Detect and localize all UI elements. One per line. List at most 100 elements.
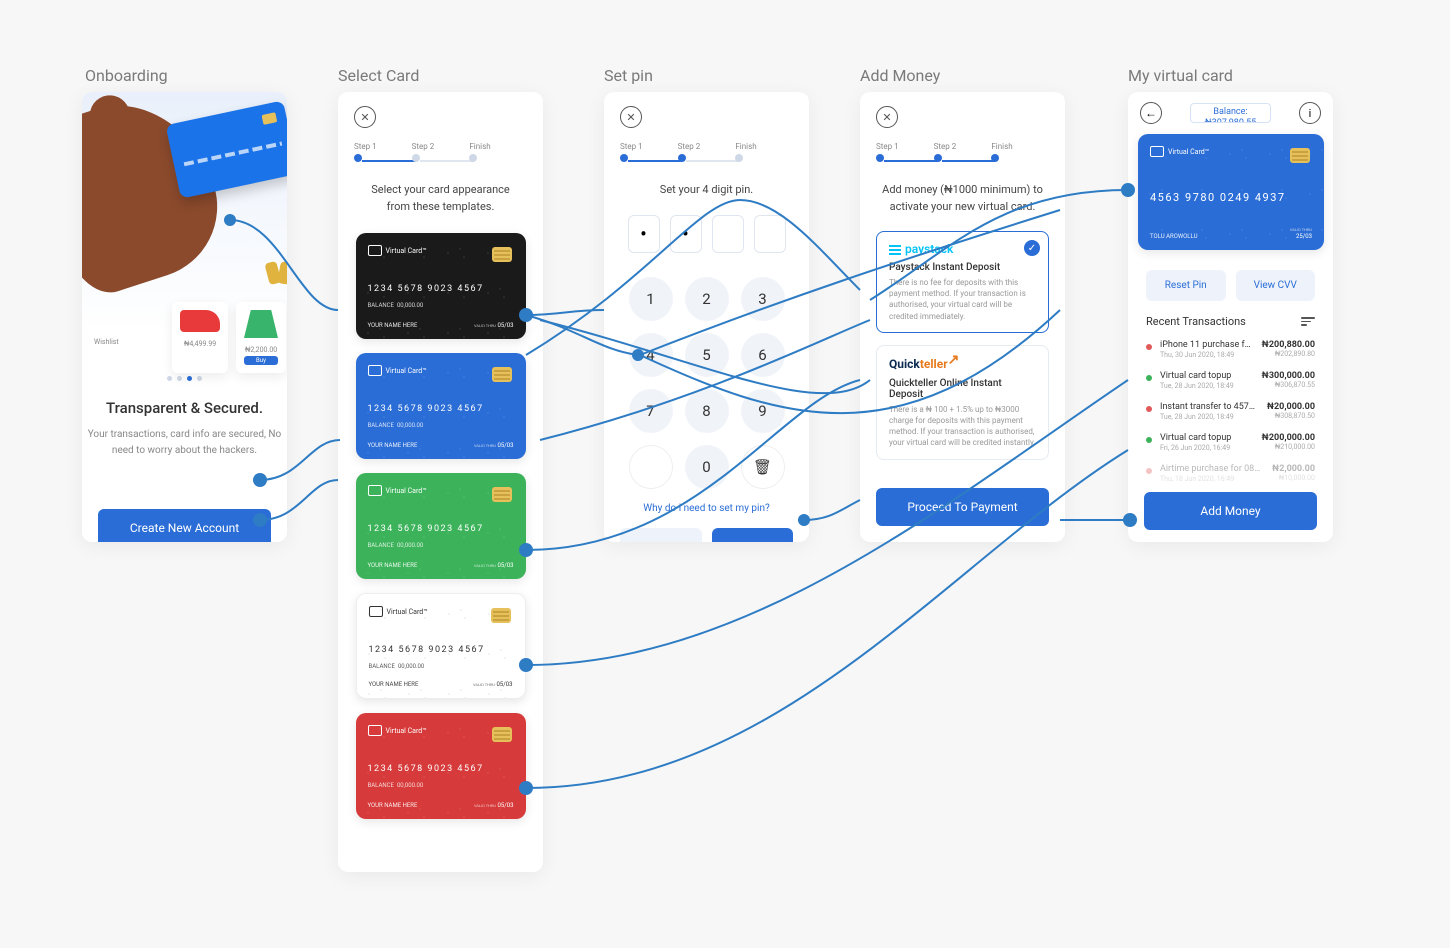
why-pin-link[interactable]: Why do i need to set my pin? — [620, 503, 793, 514]
tx-sub: ₦308,870.50 — [1267, 412, 1315, 420]
chip-icon — [492, 247, 512, 262]
trash-icon: 🗑 — [753, 458, 772, 476]
back-button[interactable]: Back — [620, 528, 702, 543]
tx-date: Tue, 28 Jun 2020, 18:49 — [1160, 382, 1254, 390]
screen-select-card: ✕ Step 1 Step 2 Finish Select your card … — [338, 92, 543, 872]
title-add-money: Add Money — [860, 66, 940, 85]
add-money-button[interactable]: Add Money — [1144, 492, 1317, 530]
tx-sub: ₦210,000.00 — [1262, 443, 1315, 451]
card-template-white[interactable]: Virtual Card™1234 5678 9023 4567BALANCE … — [356, 593, 526, 699]
price-skirt: ₦2,200.00 — [244, 346, 278, 354]
pagination-dots[interactable] — [82, 376, 287, 381]
tx-desc: iPhone 11 purchase from Jumia — [1160, 340, 1254, 350]
screen-onboarding: ₦4,499.99 ₦2,200.00 Buy Wishlist Transpa… — [82, 92, 287, 542]
tx-date: Fri, 26 Jun 2020, 16:49 — [1160, 444, 1254, 452]
pin-box-4[interactable] — [754, 215, 786, 253]
title-select-card: Select Card — [338, 66, 419, 85]
key-1[interactable]: 1 — [629, 277, 673, 321]
title-set-pin: Set pin — [604, 66, 653, 85]
screen-set-pin: ✕ Step 1 Step 2 Finish Set your 4 digit … — [604, 92, 809, 542]
reset-pin-button[interactable]: Reset Pin — [1146, 270, 1226, 301]
tx-date: Thu, 18 Jun 2020, 16:49 — [1160, 475, 1264, 483]
select-prompt: Select your card appearancefrom these te… — [354, 182, 527, 215]
key-8[interactable]: 8 — [685, 389, 729, 433]
pin-box-1[interactable]: • — [628, 215, 660, 253]
paystack-desc: There is no fee for deposits with this p… — [889, 277, 1036, 322]
card-illustration — [166, 100, 287, 198]
transaction-row[interactable]: Virtual card topupTue, 28 Jun 2020, 18:4… — [1128, 365, 1333, 396]
card-template-blue[interactable]: Virtual Card™1234 5678 9023 4567BALANCE … — [356, 353, 526, 459]
step-finish-label: Finish — [469, 142, 527, 151]
tx-amount: ₦300,000.00 — [1262, 371, 1315, 381]
tx-amount: ₦200,880.00 — [1262, 340, 1315, 350]
check-icon: ✓ — [1024, 240, 1040, 256]
transaction-list: iPhone 11 purchase from JumiaThu, 30 Jun… — [1128, 334, 1333, 489]
skirt-icon — [244, 310, 278, 338]
key-delete[interactable]: 🗑 — [741, 445, 785, 489]
card-template-black[interactable]: Virtual Card™1234 5678 9023 4567BALANCE … — [356, 233, 526, 339]
view-cvv-button[interactable]: View CVV — [1236, 270, 1316, 301]
transaction-row[interactable]: Airtime purchase for 08134477…Thu, 18 Ju… — [1128, 458, 1333, 489]
key-3[interactable]: 3 — [741, 277, 785, 321]
title-onboarding: Onboarding — [85, 66, 168, 85]
status-dot — [1146, 437, 1152, 443]
keys-icon — [267, 262, 287, 298]
transaction-row[interactable]: iPhone 11 purchase from JumiaThu, 30 Jun… — [1128, 334, 1333, 365]
stepper: Step 1 Step 2 Finish — [354, 142, 527, 162]
key-4[interactable]: 4 — [629, 333, 673, 377]
tx-desc: Instant transfer to 4579 9869… — [1160, 402, 1259, 412]
key-2[interactable]: 2 — [685, 277, 729, 321]
pay-option-quickteller[interactable]: Quickteller↗ Quickteller Online Instant … — [876, 345, 1049, 460]
key-blank — [629, 445, 673, 489]
add-money-prompt: Add money (₦1000 minimum) to activate yo… — [876, 182, 1049, 215]
pay-option-paystack[interactable]: ✓ paystack Paystack Instant Deposit Ther… — [876, 231, 1049, 333]
quickteller-logo: Quickteller↗ — [889, 356, 1036, 372]
status-dot — [1146, 344, 1152, 350]
screen-add-money: ✕ Step 1 Step 2 Finish Add money (₦1000 … — [860, 92, 1065, 542]
tx-desc: Virtual card topup — [1160, 433, 1254, 443]
key-0[interactable]: 0 — [685, 445, 729, 489]
title-my-virtual-card: My virtual card — [1128, 66, 1233, 85]
transaction-row[interactable]: Virtual card topupFri, 26 Jun 2020, 16:4… — [1128, 427, 1333, 458]
onboarding-headline: Transparent & Secured. — [82, 399, 287, 417]
close-icon[interactable]: ✕ — [876, 106, 898, 128]
wishlist-item-shoe: ₦4,499.99 — [172, 302, 228, 373]
quickteller-title: Quickteller Online Instant Deposit — [889, 378, 1036, 400]
key-6[interactable]: 6 — [741, 333, 785, 377]
status-dot — [1146, 375, 1152, 381]
proceed-button[interactable]: Proceed To Payment — [876, 488, 1049, 526]
create-account-button[interactable]: Create New Account — [98, 509, 271, 542]
shoe-icon — [180, 310, 220, 332]
tx-amount: ₦2,000.00 — [1272, 464, 1315, 474]
pin-box-2[interactable]: • — [670, 215, 702, 253]
screen-my-virtual-card: ← Balance:₦307,980.55 i Virtual Card™ 45… — [1128, 92, 1333, 542]
back-icon[interactable]: ← — [1140, 102, 1162, 124]
paystack-title: Paystack Instant Deposit — [889, 262, 1036, 273]
key-5[interactable]: 5 — [685, 333, 729, 377]
tx-amount: ₦200,000.00 — [1262, 433, 1315, 443]
tx-amount: ₦20,000.00 — [1267, 402, 1315, 412]
key-7[interactable]: 7 — [629, 389, 673, 433]
wishlist-label: Wishlist — [94, 338, 119, 346]
close-icon[interactable]: ✕ — [354, 106, 376, 128]
quickteller-desc: There is a ₦ 100 + 1.5% up to ₦3000 char… — [889, 404, 1036, 449]
transaction-row[interactable]: Instant transfer to 4579 9869…Tue, 28 Ju… — [1128, 396, 1333, 427]
pin-prompt: Set your 4 digit pin. — [620, 182, 793, 199]
my-virtual-card[interactable]: Virtual Card™ 4563 9780 0249 4937 TOLU A… — [1138, 134, 1324, 250]
pin-box-3[interactable] — [712, 215, 744, 253]
pin-input-row: • • — [620, 215, 793, 253]
tx-desc: Airtime purchase for 08134477… — [1160, 464, 1264, 474]
tx-sub: ₦306,870.55 — [1262, 381, 1315, 389]
filter-icon[interactable] — [1301, 317, 1315, 326]
card-holder: YOUR NAME HERE — [368, 322, 418, 329]
card-template-red[interactable]: Virtual Card™1234 5678 9023 4567BALANCE … — [356, 713, 526, 819]
info-icon[interactable]: i — [1299, 102, 1321, 124]
next-button[interactable]: Next — [712, 528, 794, 543]
onboarding-illustration: ₦4,499.99 ₦2,200.00 Buy Wishlist — [82, 92, 287, 332]
tx-sub: ₦10,000.00 — [1272, 474, 1315, 482]
tx-date: Thu, 30 Jun 2020, 18:49 — [1160, 351, 1254, 359]
card-template-green[interactable]: Virtual Card™1234 5678 9023 4567BALANCE … — [356, 473, 526, 579]
key-9[interactable]: 9 — [741, 389, 785, 433]
close-icon[interactable]: ✕ — [620, 106, 642, 128]
onboarding-sub: Your transactions, card info are secured… — [82, 427, 287, 459]
